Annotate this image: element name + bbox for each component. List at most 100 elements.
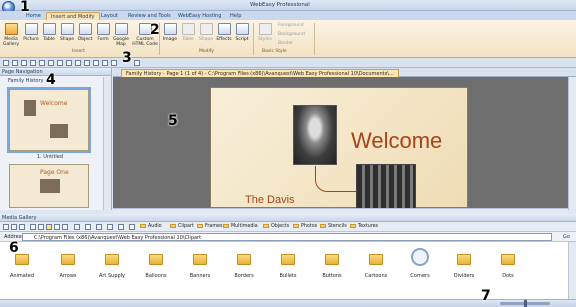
tab-webeasy-hosting[interactable]: WebEasy Hosting <box>174 12 225 20</box>
tab-review-and-tools[interactable]: Review and Tools <box>124 12 175 20</box>
category-label: Multimedia <box>231 224 258 229</box>
category-frames[interactable]: Frames <box>197 224 222 229</box>
picture-button[interactable]: Picture <box>22 23 40 47</box>
object-button[interactable]: Object <box>76 23 94 47</box>
category-stencils[interactable]: Stencils <box>320 224 347 229</box>
save-icon[interactable] <box>129 224 135 230</box>
category-audio[interactable]: Audio <box>140 224 162 229</box>
category-objects[interactable]: Objects <box>263 224 289 229</box>
page-thumbnail[interactable]: Welcome <box>7 87 91 153</box>
refresh-icon[interactable] <box>118 224 124 230</box>
gallery-scrollbar[interactable] <box>568 242 576 299</box>
forward-icon[interactable] <box>57 60 63 66</box>
zoom-icon[interactable] <box>93 60 99 66</box>
group-divider <box>314 23 315 55</box>
page-navigation-panel: Page Navigation Family History Welcome 1… <box>0 68 112 210</box>
background-option[interactable]: Background <box>278 32 305 37</box>
gallery-folder-animated[interactable]: Animated <box>0 254 44 279</box>
preview-icon[interactable] <box>30 60 36 66</box>
address-input[interactable]: C:\Program Files (x86)\Avanquest\Web Eas… <box>22 233 552 241</box>
print-icon[interactable] <box>39 60 45 66</box>
script-button[interactable]: Script <box>233 23 251 47</box>
foreground-option[interactable]: Foreground <box>278 23 304 28</box>
effects-button[interactable]: Effects <box>215 23 233 47</box>
folder-label: Art Supply <box>98 273 126 279</box>
styles-button[interactable]: Styles <box>256 23 274 47</box>
gallery-folder-dots[interactable]: Dots <box>486 254 530 279</box>
welcome-heading[interactable]: Welcome <box>351 128 442 154</box>
media-gallery-button[interactable]: Media Gallery <box>2 23 20 47</box>
category-photos[interactable]: Photos <box>293 224 317 229</box>
script-icon <box>235 23 249 35</box>
copy-icon[interactable] <box>96 224 102 230</box>
up-folder-icon[interactable] <box>19 224 25 230</box>
shape-button[interactable]: Shape <box>58 23 76 47</box>
folder-label: Dots <box>502 273 514 279</box>
gallery-folder-dividers[interactable]: Dividers <box>442 254 486 279</box>
web-page-preview[interactable]: Welcome The Davis <box>210 87 468 210</box>
category-textures[interactable]: Textures <box>350 224 378 229</box>
shape-label: Shape <box>59 37 75 42</box>
cursor-icon[interactable] <box>134 60 140 66</box>
border-option[interactable]: Border <box>278 41 293 46</box>
effects-label: Effects <box>216 37 232 42</box>
document-tab[interactable]: Family History - Page 1 (1 of 4) - C:\Pr… <box>121 69 399 77</box>
search-icon[interactable] <box>74 224 80 230</box>
folder-icon <box>369 254 383 265</box>
page-thumbnail[interactable]: Page One <box>9 164 89 208</box>
gallery-folder-banners[interactable]: Banners <box>178 254 222 279</box>
tab-help[interactable]: Help <box>226 12 245 20</box>
go-button[interactable]: Go <box>563 234 570 240</box>
folder-label: Cartoons <box>364 273 388 279</box>
folder-icon <box>281 254 295 265</box>
portrait-photo[interactable] <box>293 105 337 165</box>
tab-insert-and-modify[interactable]: Insert and Modify <box>46 12 100 20</box>
cut-icon[interactable] <box>102 60 108 66</box>
thumb-photo <box>50 124 68 138</box>
zoom-slider[interactable] <box>500 300 550 307</box>
gallery-folder-bullets[interactable]: Bullets <box>266 254 310 279</box>
canvas-vertical-scrollbar[interactable] <box>568 77 576 210</box>
list-view-icon[interactable] <box>54 224 60 230</box>
gallery-folder-corners[interactable]: Corners <box>398 248 442 279</box>
family-heading[interactable]: The Davis <box>245 194 295 206</box>
play-icon[interactable] <box>66 60 72 66</box>
magnifier-icon <box>411 248 429 266</box>
settings-icon[interactable] <box>85 224 91 230</box>
table-button[interactable]: Table <box>40 23 58 47</box>
page-navigation-scrollbar[interactable] <box>103 77 111 210</box>
delete-icon[interactable] <box>107 224 113 230</box>
back-icon[interactable] <box>3 224 9 230</box>
google-map-label: Google Map <box>113 37 129 47</box>
open-icon[interactable] <box>12 60 18 66</box>
zoom-slider-knob[interactable] <box>524 300 527 307</box>
google-map-button[interactable]: Google Map <box>112 23 130 47</box>
new-icon[interactable] <box>3 60 9 66</box>
image-button[interactable]: Image <box>161 23 179 47</box>
gallery-folder-cartoons[interactable]: Cartoons <box>354 254 398 279</box>
back-icon[interactable] <box>48 60 54 66</box>
modify-table-button[interactable]: Table <box>179 23 197 47</box>
modify-shape-label: Shape <box>198 37 214 42</box>
undo-icon[interactable] <box>75 60 81 66</box>
category-clipart[interactable]: Clipart <box>170 224 194 229</box>
form-button[interactable]: Form <box>94 23 112 47</box>
ribbon: Media Gallery Picture Table Shape Object… <box>0 20 576 58</box>
modify-shape-button[interactable]: Shape <box>197 23 215 47</box>
forward-icon[interactable] <box>11 224 17 230</box>
gallery-folder-arrows[interactable]: Arrows <box>46 254 90 279</box>
save-icon[interactable] <box>21 60 27 66</box>
redo-icon[interactable] <box>84 60 90 66</box>
details-icon[interactable] <box>62 224 68 230</box>
copy-icon[interactable] <box>111 60 117 66</box>
gallery-folder-art-supply[interactable]: Art Supply <box>90 254 134 279</box>
group-photo[interactable] <box>356 164 416 210</box>
tab-layout[interactable]: Layout <box>97 12 122 20</box>
gallery-folder-balloons[interactable]: Balloons <box>134 254 178 279</box>
gallery-folder-borders[interactable]: Borders <box>222 254 266 279</box>
category-multimedia[interactable]: Multimedia <box>223 224 258 229</box>
thumbnails-icon[interactable] <box>38 224 44 230</box>
view-icon[interactable] <box>30 224 36 230</box>
grid-view-icon[interactable] <box>46 224 52 230</box>
gallery-folder-buttons[interactable]: Buttons <box>310 254 354 279</box>
